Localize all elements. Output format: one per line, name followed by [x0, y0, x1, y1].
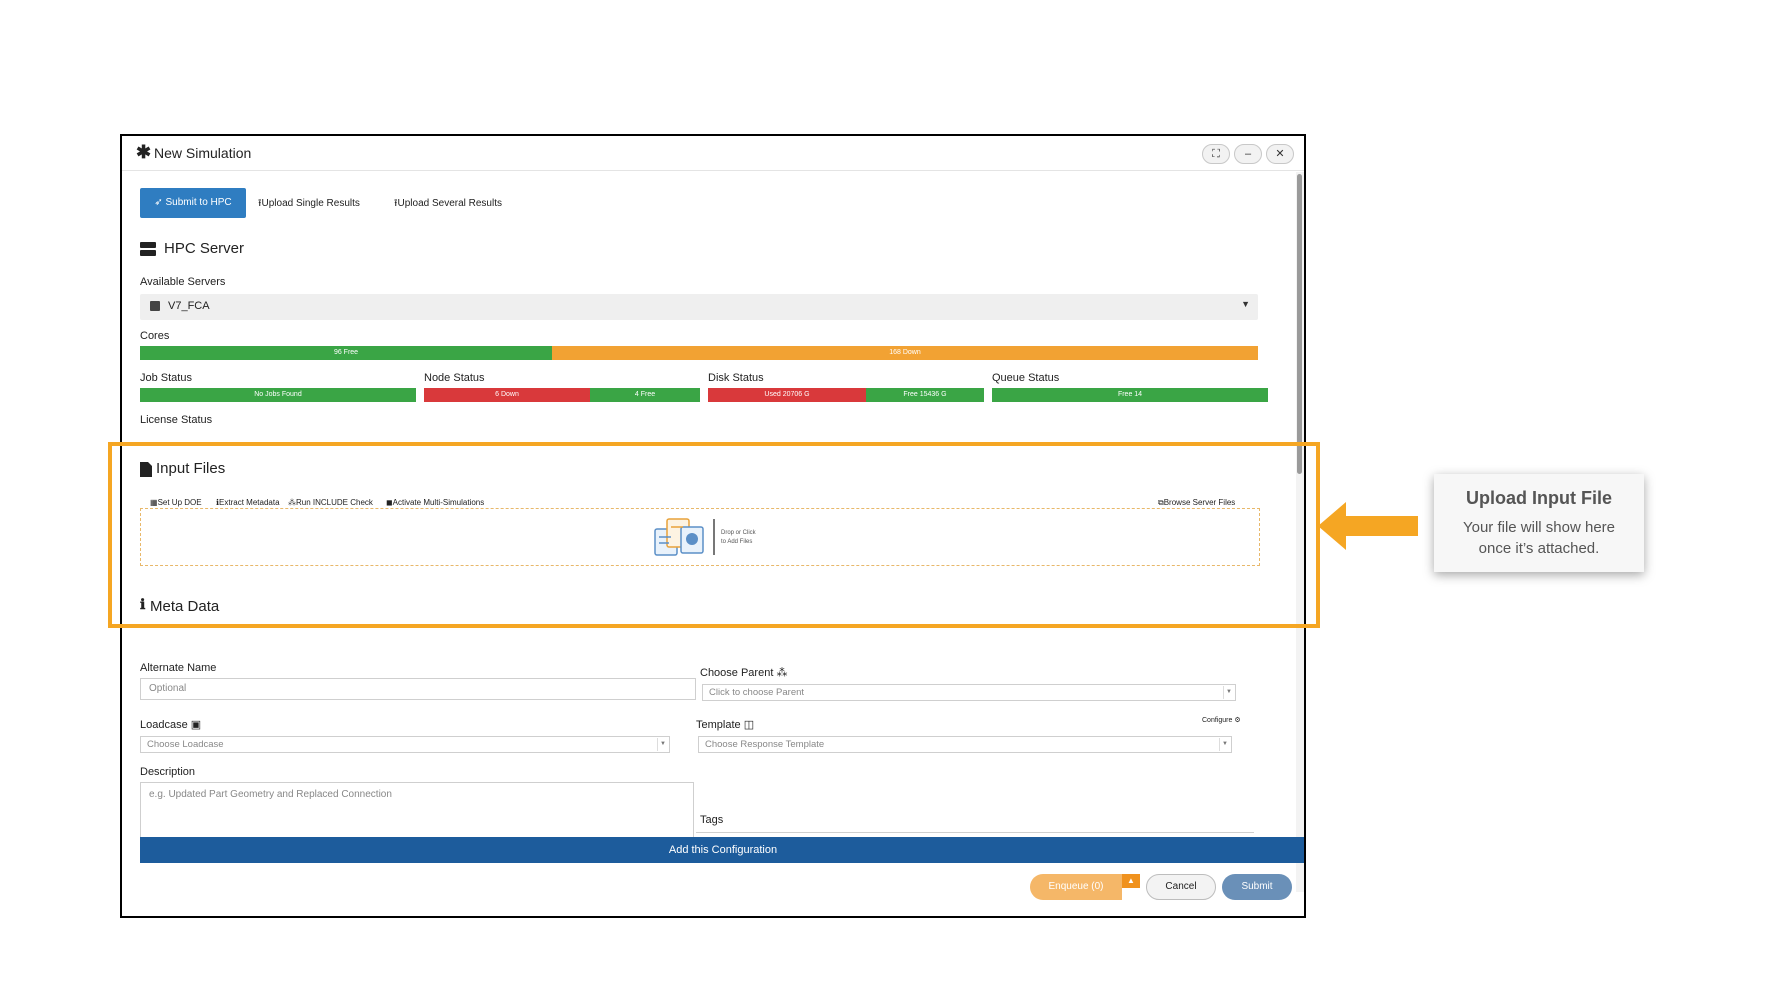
rocket-icon: ➶ [154, 197, 166, 208]
scrollbar-thumb[interactable] [1297, 174, 1302, 474]
caret-up-icon[interactable]: ▲ [1122, 874, 1140, 888]
configure-link[interactable]: Configure ⚙ [1202, 716, 1241, 724]
job-status-label: Job Status [140, 372, 192, 384]
tab-label: Submit to HPC [165, 197, 232, 208]
setup-doe-link[interactable]: ▦Set Up DOE [150, 498, 202, 507]
loadcase-label-text: Loadcase [140, 719, 188, 731]
info-icon: ℹ [140, 596, 146, 612]
file-icon [140, 462, 152, 477]
disk-status-label: Disk Status [708, 372, 764, 384]
dropzone-text: Drop or Click to Add Files [721, 529, 781, 547]
file-dropzone[interactable]: Drop or Click to Add Files [140, 508, 1260, 566]
add-configuration-button[interactable]: Add this Configuration [140, 837, 1304, 863]
run-include-check-link[interactable]: ⁂Run INCLUDE Check [288, 498, 373, 507]
license-status-label: License Status [140, 414, 213, 426]
activate-multi-simulations-link[interactable]: ◼Activate Multi-Simulations [386, 498, 484, 507]
tool-label: Run INCLUDE Check [296, 498, 373, 507]
node-free-bar: 4 Free [590, 388, 700, 402]
enqueue-button[interactable]: Enqueue (0) [1030, 874, 1122, 900]
callout-title: Upload Input File [1466, 488, 1612, 508]
queue-status-bar: Free 14 [992, 388, 1268, 402]
gear-icon: ⚙ [1234, 717, 1241, 724]
minimize-icon[interactable]: – [1234, 144, 1262, 164]
save-icon: ▣ [190, 719, 202, 731]
caret-down-icon: ▼ [1219, 738, 1230, 751]
queue-status-label: Queue Status [992, 372, 1060, 384]
server-status-icon [150, 301, 160, 311]
callout-body: Your file will show here once it’s attac… [1462, 519, 1616, 557]
tab-upload-single-results[interactable]: ⭱Upload Single Results [258, 196, 360, 213]
table-icon: ▦ [150, 498, 158, 507]
node-status-label: Node Status [424, 372, 485, 384]
choose-parent-label: Choose Parent ⁂ [700, 666, 787, 679]
tool-label: Activate Multi-Simulations [392, 498, 485, 507]
server-select[interactable]: V7_FCA ▼ [140, 294, 1258, 320]
template-select[interactable]: Choose Response Template ▼ [698, 736, 1232, 753]
cores-label: Cores [140, 330, 170, 342]
caret-down-icon: ▼ [1241, 299, 1250, 309]
server-icon [140, 242, 156, 256]
template-label: Template ◫ [696, 718, 754, 731]
columns-icon: ◫ [743, 719, 755, 731]
sitemap-icon: ⁂ [776, 667, 788, 679]
submit-button[interactable]: Submit [1222, 874, 1292, 900]
dropzone-text-line1: Drop or Click [721, 530, 756, 536]
dropzone-text-line2: to Add Files [721, 539, 753, 545]
available-servers-label: Available Servers [140, 276, 226, 288]
template-label-text: Template [696, 719, 741, 731]
hpc-server-title: HPC Server [164, 240, 245, 257]
loadcase-select[interactable]: Choose Loadcase ▼ [140, 736, 670, 753]
node-down-bar: 6 Down [424, 388, 590, 402]
choose-parent-placeholder: Click to choose Parent [709, 687, 805, 698]
dialog-titlebar: ✱ New Simulation ⛶ – ✕ [122, 136, 1304, 171]
extract-metadata-link[interactable]: ℹExtract Metadata [216, 498, 280, 507]
configure-label: Configure [1202, 717, 1233, 724]
tab-submit-to-hpc[interactable]: ➶ Submit to HPC [140, 188, 246, 218]
template-placeholder: Choose Response Template [705, 739, 825, 750]
disk-free-bar: Free 15436 G [866, 388, 984, 402]
sitemap-icon: ⁂ [288, 498, 296, 507]
tags-label: Tags [700, 814, 724, 826]
loadcase-placeholder: Choose Loadcase [147, 739, 224, 750]
tab-label: Upload Several Results [397, 198, 503, 209]
dropzone-divider [713, 519, 715, 555]
choose-parent-label-text: Choose Parent [700, 667, 774, 679]
asterisk-icon: ✱ [136, 142, 152, 162]
clone-icon: ◼ [386, 498, 393, 507]
upload-input-file-callout: Upload Input File Your file will show he… [1434, 474, 1644, 572]
cancel-button[interactable]: Cancel [1146, 874, 1216, 900]
dialog-title: New Simulation [154, 145, 252, 161]
arrow-left-icon [1318, 502, 1418, 550]
expand-icon[interactable]: ⛶ [1202, 144, 1230, 164]
input-files-title: Input Files [156, 460, 226, 477]
tool-label: Set Up DOE [157, 498, 202, 507]
tab-label: Upload Single Results [261, 198, 360, 209]
close-icon[interactable]: ✕ [1266, 144, 1294, 164]
caret-down-icon: ▼ [1223, 686, 1234, 699]
tool-label: Extract Metadata [219, 498, 280, 507]
disk-used-bar: Used 20706 G [708, 388, 866, 402]
files-upload-icon [654, 518, 704, 556]
browse-server-files-link[interactable]: ⧉Browse Server Files [1158, 498, 1235, 508]
cores-free-bar: 96 Free [140, 346, 552, 360]
alternate-name-label: Alternate Name [140, 662, 217, 674]
tab-upload-several-results[interactable]: ⭱Upload Several Results [394, 196, 502, 213]
description-label: Description [140, 766, 196, 778]
description-textarea[interactable]: e.g. Updated Part Geometry and Replaced … [140, 782, 694, 842]
tool-label: Browse Server Files [1163, 498, 1236, 507]
meta-data-title: Meta Data [150, 598, 220, 615]
caret-down-icon: ▼ [657, 738, 668, 751]
loadcase-label: Loadcase ▣ [140, 718, 201, 731]
alternate-name-input[interactable]: Optional [140, 678, 696, 700]
server-select-value: V7_FCA [168, 300, 210, 312]
job-status-bar: No Jobs Found [140, 388, 416, 402]
new-simulation-dialog: ✱ New Simulation ⛶ – ✕ ➶ Submit to HPC ⭱… [120, 134, 1306, 918]
cores-down-bar: 168 Down [552, 346, 1258, 360]
choose-parent-select[interactable]: Click to choose Parent ▼ [702, 684, 1236, 701]
